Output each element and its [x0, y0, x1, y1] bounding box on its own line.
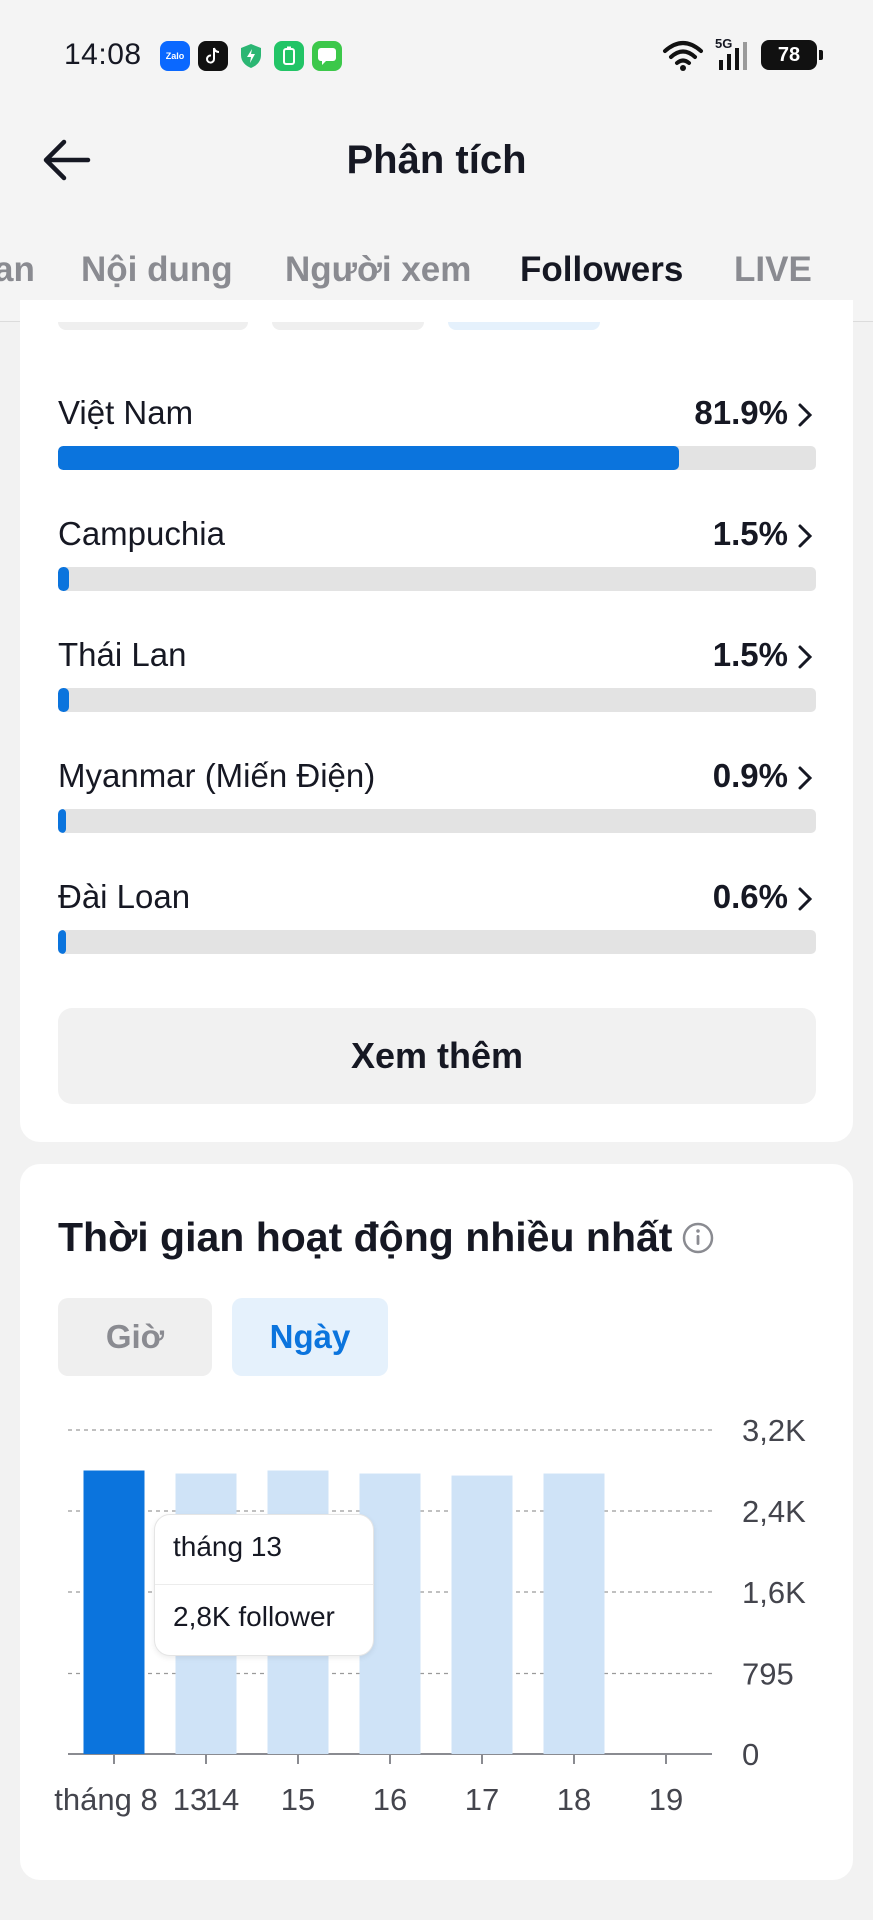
percent-bar-fill	[58, 567, 70, 591]
chart-tooltip: tháng 13 2,8K follower	[154, 1514, 374, 1656]
zalo-icon: Zalo	[160, 41, 190, 71]
battery-saver-icon	[274, 41, 304, 71]
chart-bar[interactable]	[83, 1470, 145, 1755]
country-name: Campuchia	[58, 515, 225, 552]
percent-bar-track	[58, 688, 816, 712]
status-time: 14:08	[64, 38, 142, 71]
toggle-hour[interactable]: Giờ	[58, 1298, 212, 1376]
tab-content[interactable]: Nội dung	[81, 250, 233, 290]
page-title: Phân tích	[346, 138, 527, 182]
y-tick-label: 795	[742, 1657, 794, 1692]
filter-chip[interactable]	[58, 322, 248, 330]
tab-live[interactable]: LIVE	[734, 250, 812, 290]
tooltip-value: 2,8K follower	[173, 1601, 335, 1632]
country-name: Thái Lan	[58, 636, 187, 673]
country-percent: 0.9%	[712, 757, 788, 794]
chevron-right-icon	[798, 524, 813, 548]
messages-icon	[312, 41, 342, 71]
x-tick-label: tháng 8	[54, 1782, 157, 1817]
percent-bar-track	[58, 446, 816, 470]
country-name: Myanmar (Miến Điện)	[58, 757, 376, 794]
see-more-button[interactable]: Xem thêm	[58, 1008, 816, 1104]
filter-chip[interactable]	[272, 322, 424, 330]
country-percent: 81.9%	[694, 394, 788, 431]
tab-overview[interactable]: an	[0, 250, 35, 290]
country-row[interactable]: Thái Lan 1.5%	[58, 636, 816, 746]
signal-icon: 5G	[715, 36, 751, 72]
filter-chip[interactable]	[448, 322, 600, 330]
shield-icon	[236, 41, 266, 71]
country-percent: 0.6%	[712, 878, 788, 915]
y-tick-label: 1,6K	[742, 1575, 806, 1610]
country-row[interactable]: Myanmar (Miến Điện) 0.9%	[58, 757, 816, 867]
x-tick-label: 19	[649, 1782, 683, 1817]
y-tick-label: 0	[742, 1737, 759, 1772]
battery-indicator: 78	[761, 40, 823, 70]
country-name: Việt Nam	[58, 394, 194, 431]
tab-viewers[interactable]: Người xem	[285, 250, 471, 290]
y-tick-label: 3,2K	[742, 1413, 806, 1448]
percent-bar-track	[58, 567, 816, 591]
wifi-icon	[663, 41, 703, 71]
y-tick-label: 2,4K	[742, 1494, 806, 1529]
percent-bar-fill	[58, 809, 66, 833]
x-tick-label: 16	[373, 1782, 407, 1817]
chevron-right-icon	[798, 887, 813, 911]
x-tick-label: 13	[173, 1782, 207, 1817]
x-tick-label: 15	[281, 1782, 315, 1817]
country-row[interactable]: Việt Nam 81.9%	[58, 394, 816, 504]
tab-followers[interactable]: Followers	[520, 250, 683, 290]
notification-icons: Zalo	[160, 41, 342, 71]
percent-bar-fill	[58, 688, 70, 712]
top-header: Phân tích	[0, 110, 873, 210]
x-tick-label: 17	[465, 1782, 499, 1817]
country-name: Đài Loan	[58, 878, 191, 915]
percent-bar-track	[58, 930, 816, 954]
country-percent: 1.5%	[712, 636, 788, 673]
chart-bar[interactable]	[543, 1473, 605, 1754]
percent-bar-track	[58, 809, 816, 833]
tooltip-divider	[155, 1584, 373, 1585]
x-tick-label: 18	[557, 1782, 591, 1817]
chevron-right-icon	[798, 645, 813, 669]
country-percent: 1.5%	[712, 515, 788, 552]
country-row[interactable]: Đài Loan 0.6%	[58, 878, 816, 988]
toggle-day[interactable]: Ngày	[232, 1298, 388, 1376]
info-icon[interactable]	[682, 1222, 714, 1254]
chevron-right-icon	[798, 403, 813, 427]
status-indicators: 5G 78	[661, 36, 823, 72]
percent-bar-fill	[58, 930, 66, 954]
country-row[interactable]: Campuchia 1.5%	[58, 515, 816, 625]
filter-chips-partial	[0, 322, 873, 330]
tooltip-date: tháng 13	[173, 1531, 282, 1562]
section-title: Thời gian hoạt động nhiều nhất	[58, 1214, 673, 1260]
percent-bar-fill	[58, 446, 679, 470]
tiktok-icon	[198, 41, 228, 71]
status-bar: 14:08 Zalo 5G 78	[0, 0, 873, 110]
chevron-right-icon	[798, 766, 813, 790]
chart-bar[interactable]	[451, 1475, 513, 1754]
x-tick-label: 14	[205, 1782, 239, 1817]
